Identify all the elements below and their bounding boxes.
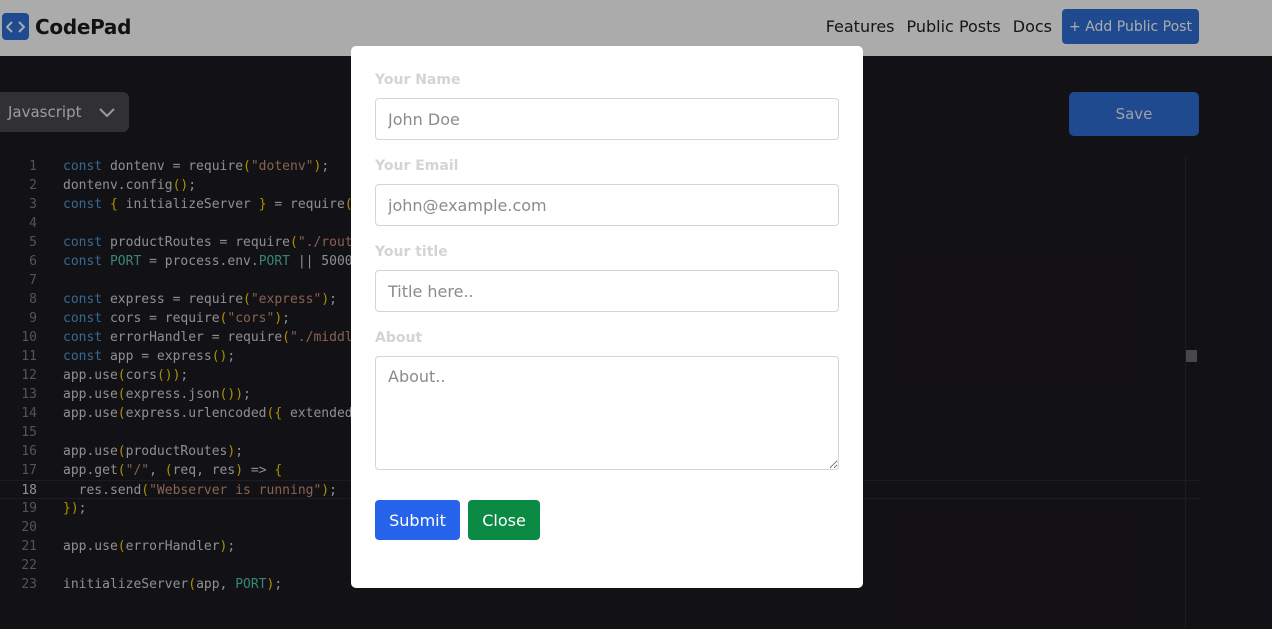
about-label: About	[375, 330, 423, 346]
name-input[interactable]	[375, 98, 839, 140]
name-label: Your Name	[375, 72, 461, 88]
submit-button[interactable]: Submit	[375, 500, 460, 540]
email-input[interactable]	[375, 184, 839, 226]
about-textarea[interactable]	[375, 356, 839, 470]
close-button[interactable]: Close	[468, 500, 540, 540]
email-label: Your Email	[375, 158, 459, 174]
title-input[interactable]	[375, 270, 839, 312]
title-label: Your title	[375, 244, 448, 260]
add-post-modal: Your Name Your Email Your title About Su…	[351, 46, 863, 588]
